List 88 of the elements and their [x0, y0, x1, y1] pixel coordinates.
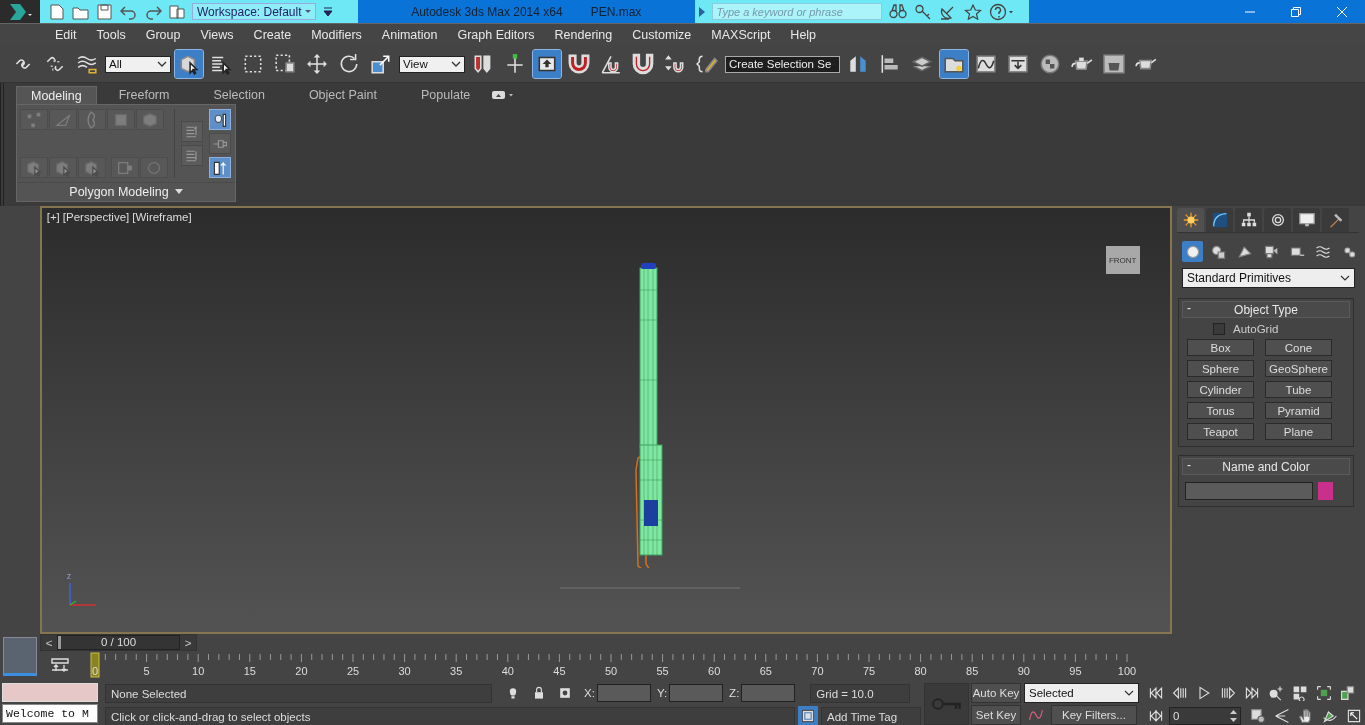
frame-label: 100	[1117, 665, 1137, 677]
viewport[interactable]: [+] [Perspective] [Wireframe] FRONT z	[39, 206, 1172, 634]
coordinate-label: Z:	[729, 687, 740, 699]
script-output-field[interactable]: Welcome to M	[2, 704, 98, 723]
ribbon-tab[interactable]: Modeling	[16, 85, 97, 105]
ribbon-tab[interactable]: Populate	[398, 86, 493, 104]
frame-label: 65	[759, 665, 772, 677]
time-tag-field[interactable]: Add Time Tag	[821, 706, 921, 725]
ribbon-tab[interactable]: Object Paint	[286, 86, 399, 104]
search-field[interactable]: Type a keyword or phrase	[711, 3, 882, 20]
frame-label: 0	[91, 665, 99, 677]
time-slider-track[interactable]: 0 / 100	[57, 635, 180, 650]
menu-item[interactable]: Graph Editors	[447, 28, 545, 42]
frame-label: 35	[450, 665, 463, 677]
frame-counter: 0 / 100	[100, 636, 137, 649]
menu-item[interactable]: Edit	[45, 28, 87, 42]
view-cube[interactable]: FRONT	[1105, 246, 1140, 274]
set-key-button[interactable]: Set Key	[971, 705, 1021, 725]
rollout-title: Object Type	[1234, 302, 1298, 317]
menu-item[interactable]: Create	[243, 28, 302, 42]
file-name: PEN.max	[590, 4, 642, 19]
selection-status-field: None Selected	[105, 683, 492, 703]
frame-label: 60	[708, 665, 721, 677]
frame-label: 30	[398, 665, 411, 677]
menu-item[interactable]: Help	[780, 28, 827, 42]
toolbar-dropdown[interactable]: All	[105, 55, 171, 73]
menu-item[interactable]: Animation	[371, 28, 448, 42]
menu-item[interactable]: MAXScript	[701, 28, 781, 42]
frame-label: 40	[501, 665, 514, 677]
viewport-label[interactable]: [Wireframe]	[132, 211, 192, 223]
object-type-button[interactable]: Sphere	[1187, 360, 1254, 377]
rollout-header[interactable]: - Object Type	[1182, 301, 1350, 318]
frame-label: 50	[604, 665, 618, 677]
frame-label: 85	[966, 665, 979, 677]
rollout-header[interactable]: - Name and Color	[1182, 458, 1350, 475]
panel-title-dropdown[interactable]: Polygon Modeling	[17, 182, 235, 201]
object-type-button[interactable]: Tube	[1265, 381, 1332, 398]
frame-label: 75	[862, 665, 876, 677]
frame-label: 20	[295, 665, 308, 677]
frame-label: 25	[346, 665, 360, 677]
object-type-button[interactable]: Torus	[1187, 402, 1254, 419]
frame-label: 95	[1069, 665, 1082, 677]
ribbon-tab[interactable]: Freeform	[96, 86, 192, 104]
object-type-button[interactable]: Cylinder	[1187, 381, 1254, 398]
frame-label: 10	[192, 665, 205, 677]
menu-item[interactable]: Customize	[622, 28, 702, 42]
object-type-button[interactable]: Cone	[1265, 339, 1332, 356]
checkbox-label: AutoGrid	[1233, 322, 1279, 335]
viewport-label[interactable]: [+]	[46, 211, 60, 223]
object-type-button[interactable]: Teapot	[1187, 423, 1254, 440]
rollout-title: Name and Color	[1222, 459, 1310, 474]
grid-size-field: Grid = 10.0	[810, 683, 911, 703]
menu-item[interactable]: Views	[190, 28, 244, 42]
object-type-button[interactable]: GeoSphere	[1265, 360, 1332, 377]
track-bar[interactable]: 0 5 10 15 20 25 30 35 40 45 50 55 60 65 70 75 80 85 90 95 100	[55, 651, 1145, 681]
viewport-label[interactable]: [Perspective]	[62, 211, 130, 223]
coordinate-label: Y:	[656, 687, 668, 699]
window-title: Autodesk 3ds Max 2014 x64	[411, 4, 563, 19]
frame-label: 15	[243, 665, 256, 677]
object-type-button[interactable]: Pyramid	[1265, 402, 1332, 419]
frame-label: 55	[656, 665, 669, 677]
collapse-sign: -	[1187, 458, 1191, 472]
toolbar-dropdown[interactable]: Create Selection Se	[725, 55, 840, 73]
ribbon-tab[interactable]: Selection	[191, 86, 287, 104]
previous-frame-button[interactable]: <	[41, 636, 57, 649]
key-mode-dropdown[interactable]: Selected	[1024, 683, 1139, 703]
primitive-type-dropdown[interactable]: Standard Primitives	[1182, 268, 1355, 288]
menu-item[interactable]: Modifiers	[301, 28, 372, 42]
frame-label: 90	[1017, 665, 1030, 677]
menu-item[interactable]: Group	[135, 28, 191, 42]
toolbar-dropdown[interactable]: View	[399, 55, 465, 73]
time-slider[interactable]: < 0 / 100 >	[40, 634, 197, 651]
object-type-button[interactable]: Box	[1187, 339, 1254, 356]
workspace-dropdown[interactable]: Workspace: Default	[192, 3, 316, 20]
axis-label: z	[66, 572, 73, 581]
frame-label: 45	[553, 665, 566, 677]
menu-item[interactable]: Rendering	[544, 28, 623, 42]
frame-label: 5	[143, 665, 150, 677]
frame-label: 80	[914, 665, 927, 677]
key-filters-button[interactable]: Key Filters...	[1051, 705, 1137, 725]
object-type-button[interactable]: Plane	[1265, 423, 1332, 440]
current-frame-field[interactable]: 0	[1169, 707, 1241, 725]
collapse-sign: -	[1187, 301, 1191, 315]
coordinate-label: X:	[584, 687, 595, 699]
frame-label: 70	[811, 665, 824, 677]
auto-key-button[interactable]: Auto Key	[971, 683, 1021, 703]
menu-item[interactable]: Tools	[86, 28, 136, 42]
next-frame-button[interactable]: >	[180, 636, 196, 649]
